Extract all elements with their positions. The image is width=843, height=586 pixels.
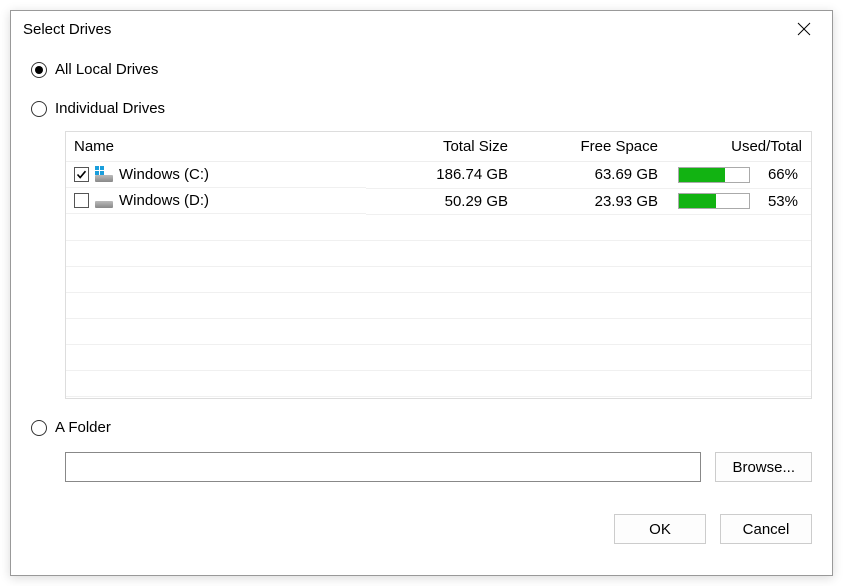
drive-icon — [95, 168, 113, 182]
close-icon — [797, 22, 811, 36]
drive-icon — [95, 194, 113, 208]
cancel-button[interactable]: Cancel — [720, 514, 812, 544]
cell-used-total: 66% — [666, 162, 812, 189]
table-row-empty — [66, 266, 812, 292]
drive-checkbox[interactable] — [74, 193, 89, 208]
usage-bar — [678, 167, 750, 183]
dialog-title: Select Drives — [23, 21, 111, 38]
table-row[interactable]: Windows (C:) 186.74 GB63.69 GB 66% — [66, 162, 812, 189]
drive-checkbox[interactable] — [74, 167, 89, 182]
radio-selected-dot — [35, 66, 43, 74]
usage-percent: 53% — [758, 193, 798, 210]
close-button[interactable] — [788, 13, 820, 45]
select-drives-dialog: Select Drives All Local Drives Individua… — [10, 10, 833, 576]
radio-all-local-drives[interactable]: All Local Drives — [31, 55, 812, 84]
table-row-empty — [66, 214, 812, 240]
table-row-empty — [66, 318, 812, 344]
col-header-used[interactable]: Used/Total — [666, 132, 812, 162]
cell-free-space: 63.69 GB — [516, 162, 666, 189]
radio-icon — [31, 420, 47, 436]
cell-used-total: 53% — [666, 188, 812, 214]
cell-total-size: 186.74 GB — [366, 162, 516, 189]
col-header-total[interactable]: Total Size — [366, 132, 516, 162]
folder-section: A Folder Browse... — [31, 413, 812, 482]
drive-name: Windows (D:) — [119, 192, 209, 209]
usage-bar — [678, 193, 750, 209]
ok-button[interactable]: OK — [614, 514, 706, 544]
drive-name: Windows (C:) — [119, 166, 209, 183]
dialog-content: All Local Drives Individual Drives Name … — [11, 47, 832, 575]
titlebar: Select Drives — [11, 11, 832, 47]
table-row-empty — [66, 292, 812, 318]
table-row-empty — [66, 240, 812, 266]
cell-total-size: 50.29 GB — [366, 188, 516, 214]
drives-table-panel: Name Total Size Free Space Used/Total Wi… — [65, 131, 812, 399]
table-row[interactable]: Windows (D:) 50.29 GB23.93 GB 53% — [66, 188, 812, 214]
col-header-name[interactable]: Name — [66, 132, 366, 162]
drives-table: Name Total Size Free Space Used/Total Wi… — [66, 132, 812, 397]
radio-a-folder[interactable]: A Folder — [31, 413, 812, 442]
radio-icon — [31, 62, 47, 78]
folder-path-input[interactable] — [65, 452, 701, 482]
usage-percent: 66% — [758, 166, 798, 183]
radio-label: All Local Drives — [55, 61, 158, 78]
dialog-footer: OK Cancel — [31, 514, 812, 544]
radio-icon — [31, 101, 47, 117]
browse-button[interactable]: Browse... — [715, 452, 812, 482]
table-row-empty — [66, 344, 812, 370]
radio-individual-drives[interactable]: Individual Drives — [31, 94, 812, 123]
cell-name: Windows (D:) — [66, 188, 366, 214]
table-row-empty — [66, 370, 812, 396]
check-icon — [76, 169, 87, 180]
col-header-free[interactable]: Free Space — [516, 132, 666, 162]
cell-free-space: 23.93 GB — [516, 188, 666, 214]
cell-name: Windows (C:) — [66, 162, 366, 188]
radio-label: A Folder — [55, 419, 111, 436]
radio-label: Individual Drives — [55, 100, 165, 117]
